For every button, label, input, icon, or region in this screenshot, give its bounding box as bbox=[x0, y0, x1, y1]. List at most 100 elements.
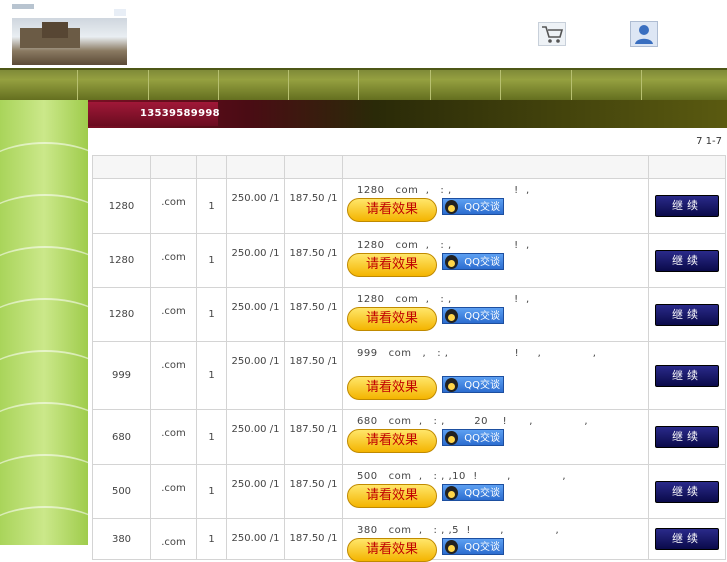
nav-item[interactable] bbox=[218, 70, 219, 102]
nav-item[interactable] bbox=[148, 70, 149, 102]
view-effect-button[interactable]: 请看效果 bbox=[347, 429, 437, 453]
cell-price2: 187.50 /1 bbox=[284, 518, 343, 560]
view-effect-button[interactable]: 请看效果 bbox=[347, 198, 437, 222]
cell-action: 继续 bbox=[648, 409, 726, 465]
continue-button[interactable]: 继续 bbox=[655, 249, 719, 272]
cell-description: 1280 com , : , ! , 请看效果 QQ交谈 bbox=[342, 178, 649, 234]
qq-chat-label: QQ交谈 bbox=[464, 542, 500, 553]
header-qty bbox=[196, 155, 227, 179]
cell-price: 999 bbox=[92, 341, 151, 410]
table-row: 1280 .com 1 250.00 /1 187.50 /1 1280 com , : … bbox=[92, 233, 726, 288]
nav-item[interactable] bbox=[288, 70, 289, 102]
qq-chat-label: QQ交谈 bbox=[464, 380, 500, 391]
continue-button[interactable]: 继续 bbox=[655, 426, 719, 448]
continue-button[interactable]: 继续 bbox=[655, 480, 719, 503]
table-row: 1280 .com 1 250.00 /1 187.50 /1 1280 com , : … bbox=[92, 287, 726, 342]
cell-price: 380 bbox=[92, 518, 151, 560]
cell-price: 1280 bbox=[92, 233, 151, 288]
cell-price2: 187.50 /1 bbox=[284, 233, 343, 288]
description-text: 1280 com , : , ! , bbox=[357, 185, 530, 196]
cell-suffix: .com bbox=[150, 233, 197, 288]
cell-qty: 1 bbox=[196, 287, 227, 342]
continue-button[interactable]: 继续 bbox=[655, 528, 719, 550]
description-text: 380 com , : , ,5 ! , , bbox=[357, 525, 560, 536]
description-text: 500 com , : , ,10 ! , , bbox=[357, 471, 567, 482]
cell-price: 680 bbox=[92, 409, 151, 465]
view-effect-button[interactable]: 请看效果 bbox=[347, 484, 437, 508]
description-block: 500 com , : , ,10 ! , , 请看效果 QQ交谈 bbox=[343, 465, 648, 518]
description-text: 1280 com , : , ! , bbox=[357, 294, 530, 305]
qq-chat-button[interactable]: QQ交谈 bbox=[442, 484, 504, 501]
cell-description: 500 com , : , ,10 ! , , 请看效果 QQ交谈 bbox=[342, 464, 649, 519]
site-header bbox=[0, 0, 727, 68]
cell-qty: 1 bbox=[196, 233, 227, 288]
cell-action: 继续 bbox=[648, 233, 726, 288]
description-block: 380 com , : , ,5 ! , , 请看效果 QQ交谈 bbox=[343, 519, 648, 562]
description-block: 1280 com , : , ! , 请看效果 QQ交谈 bbox=[343, 179, 648, 233]
view-effect-button[interactable]: 请看效果 bbox=[347, 253, 437, 277]
table-row: 999 .com 1 250.00 /1 187.50 /1 999 com , : , … bbox=[92, 341, 726, 410]
tower-shape bbox=[42, 22, 68, 38]
cell-price1: 250.00 /1 bbox=[226, 518, 285, 560]
qq-chat-button[interactable]: QQ交谈 bbox=[442, 538, 504, 555]
user-icon[interactable] bbox=[630, 21, 658, 47]
qq-chat-label: QQ交谈 bbox=[464, 202, 500, 213]
qq-chat-button[interactable]: QQ交谈 bbox=[442, 429, 504, 446]
cell-qty: 1 bbox=[196, 178, 227, 234]
cell-price2: 187.50 /1 bbox=[284, 409, 343, 465]
description-block: 1280 com , : , ! , 请看效果 QQ交谈 bbox=[343, 288, 648, 341]
qq-penguin-icon bbox=[445, 200, 458, 214]
product-table: 1280 .com 1 250.00 /1 187.50 /1 1280 com , : … bbox=[92, 155, 726, 562]
cell-suffix: .com bbox=[150, 409, 197, 465]
continue-button[interactable]: 继续 bbox=[655, 364, 719, 387]
nav-item[interactable] bbox=[358, 70, 359, 102]
cell-action: 继续 bbox=[648, 287, 726, 342]
product-table-wrap: 1280 .com 1 250.00 /1 187.50 /1 1280 com , : … bbox=[92, 155, 726, 562]
cell-description: 680 com , : , 20 ! , , 请看效果 QQ交谈 bbox=[342, 409, 649, 465]
cell-price1: 250.00 /1 bbox=[226, 233, 285, 288]
qq-penguin-icon bbox=[445, 309, 458, 323]
view-effect-button[interactable]: 请看效果 bbox=[347, 307, 437, 331]
left-decorative-panel bbox=[0, 100, 88, 545]
header-price2 bbox=[284, 155, 343, 179]
nav-item[interactable] bbox=[77, 70, 78, 102]
header-price1 bbox=[226, 155, 285, 179]
nav-item[interactable] bbox=[500, 70, 501, 102]
table-row: 1280 .com 1 250.00 /1 187.50 /1 1280 com , : … bbox=[92, 178, 726, 234]
nav-item[interactable] bbox=[641, 70, 642, 102]
continue-button[interactable]: 继续 bbox=[655, 195, 719, 217]
header-price bbox=[92, 155, 151, 179]
nav-item[interactable] bbox=[571, 70, 572, 102]
qq-chat-button[interactable]: QQ交谈 bbox=[442, 198, 504, 215]
cell-qty: 1 bbox=[196, 518, 227, 560]
description-text: 680 com , : , 20 ! , , bbox=[357, 416, 589, 427]
cell-suffix: .com bbox=[150, 518, 197, 560]
view-effect-button[interactable]: 请看效果 bbox=[347, 376, 437, 400]
description-text: 1280 com , : , ! , bbox=[357, 240, 530, 251]
qq-penguin-icon bbox=[445, 255, 458, 269]
pagination-info: 7 1-7 bbox=[696, 136, 722, 147]
cell-price: 1280 bbox=[92, 178, 151, 234]
cell-price2: 187.50 /1 bbox=[284, 287, 343, 342]
contact-phone: 13539589998 bbox=[140, 108, 220, 119]
qq-chat-button[interactable]: QQ交谈 bbox=[442, 307, 504, 324]
cell-price1: 250.00 /1 bbox=[226, 287, 285, 342]
description-block: 999 com , : , ! , , 请看效果 QQ交谈 bbox=[343, 342, 648, 409]
cell-qty: 1 bbox=[196, 409, 227, 465]
qq-chat-button[interactable]: QQ交谈 bbox=[442, 253, 504, 270]
nav-item[interactable] bbox=[430, 70, 431, 102]
table-header-row bbox=[92, 155, 726, 179]
qq-chat-label: QQ交谈 bbox=[464, 488, 500, 499]
logo-text-mark bbox=[12, 2, 36, 12]
description-text: 999 com , : , ! , , bbox=[357, 348, 597, 359]
cell-description: 1280 com , : , ! , 请看效果 QQ交谈 bbox=[342, 233, 649, 288]
main-navbar bbox=[0, 68, 727, 102]
continue-button[interactable]: 继续 bbox=[655, 303, 719, 326]
cart-icon[interactable] bbox=[538, 22, 566, 46]
view-effect-button[interactable]: 请看效果 bbox=[347, 538, 437, 562]
cell-action: 继续 bbox=[648, 341, 726, 410]
qq-chat-button[interactable]: QQ交谈 bbox=[442, 376, 504, 393]
qq-chat-label: QQ交谈 bbox=[464, 257, 500, 268]
great-wall-logo[interactable] bbox=[12, 18, 127, 65]
cell-description: 999 com , : , ! , , 请看效果 QQ交谈 bbox=[342, 341, 649, 410]
